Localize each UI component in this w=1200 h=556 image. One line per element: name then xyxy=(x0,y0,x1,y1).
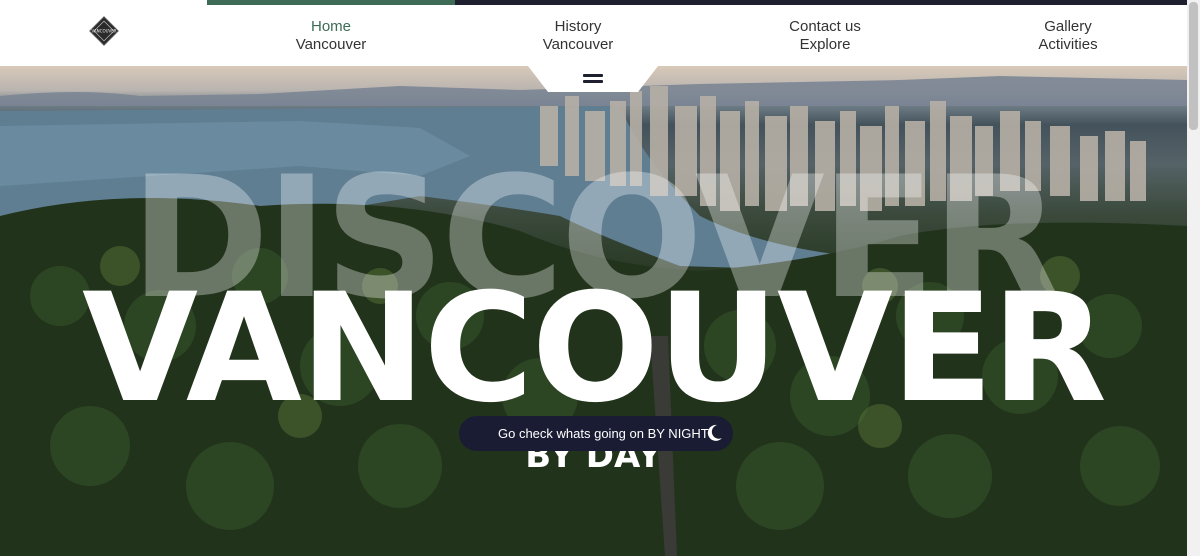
logo-text: VANCOUVER xyxy=(91,29,116,34)
nav-item-home[interactable]: Home Vancouver xyxy=(231,18,431,54)
nav-item-contact[interactable]: Contact us Explore xyxy=(725,18,925,54)
nav-item-sublabel: Activities xyxy=(1038,36,1098,53)
nav-item-gallery[interactable]: Gallery Activities xyxy=(968,18,1168,54)
hero-section: DISCOVER VANCOUVER BY DAY xyxy=(0,66,1187,556)
night-mode-button[interactable]: Go check whats going on BY NIGHT xyxy=(459,416,733,451)
nav-item-sublabel: Vancouver xyxy=(295,36,367,53)
nav-item-label: History xyxy=(554,18,602,35)
nav-item-label: Home xyxy=(310,18,351,35)
logo-icon[interactable]: VANCOUVER xyxy=(88,15,120,47)
nav-item-sublabel: Explore xyxy=(799,36,851,53)
nav-item-label: Gallery xyxy=(1044,18,1092,35)
nav-item-history[interactable]: History Vancouver xyxy=(478,18,678,54)
hero-title-vancouver: VANCOUVER xyxy=(82,262,1107,436)
main-nav: VANCOUVER Home Vancouver History Vancouv… xyxy=(0,5,1187,66)
moon-icon xyxy=(707,424,722,441)
page-scrollbar[interactable] xyxy=(1187,0,1200,556)
nav-item-label: Contact us xyxy=(789,18,861,35)
scrollbar-thumb[interactable] xyxy=(1189,2,1198,130)
night-mode-button-label: Go check whats going on BY NIGHT xyxy=(498,426,709,441)
nav-item-sublabel: Vancouver xyxy=(542,36,614,53)
hamburger-icon[interactable] xyxy=(583,74,603,84)
